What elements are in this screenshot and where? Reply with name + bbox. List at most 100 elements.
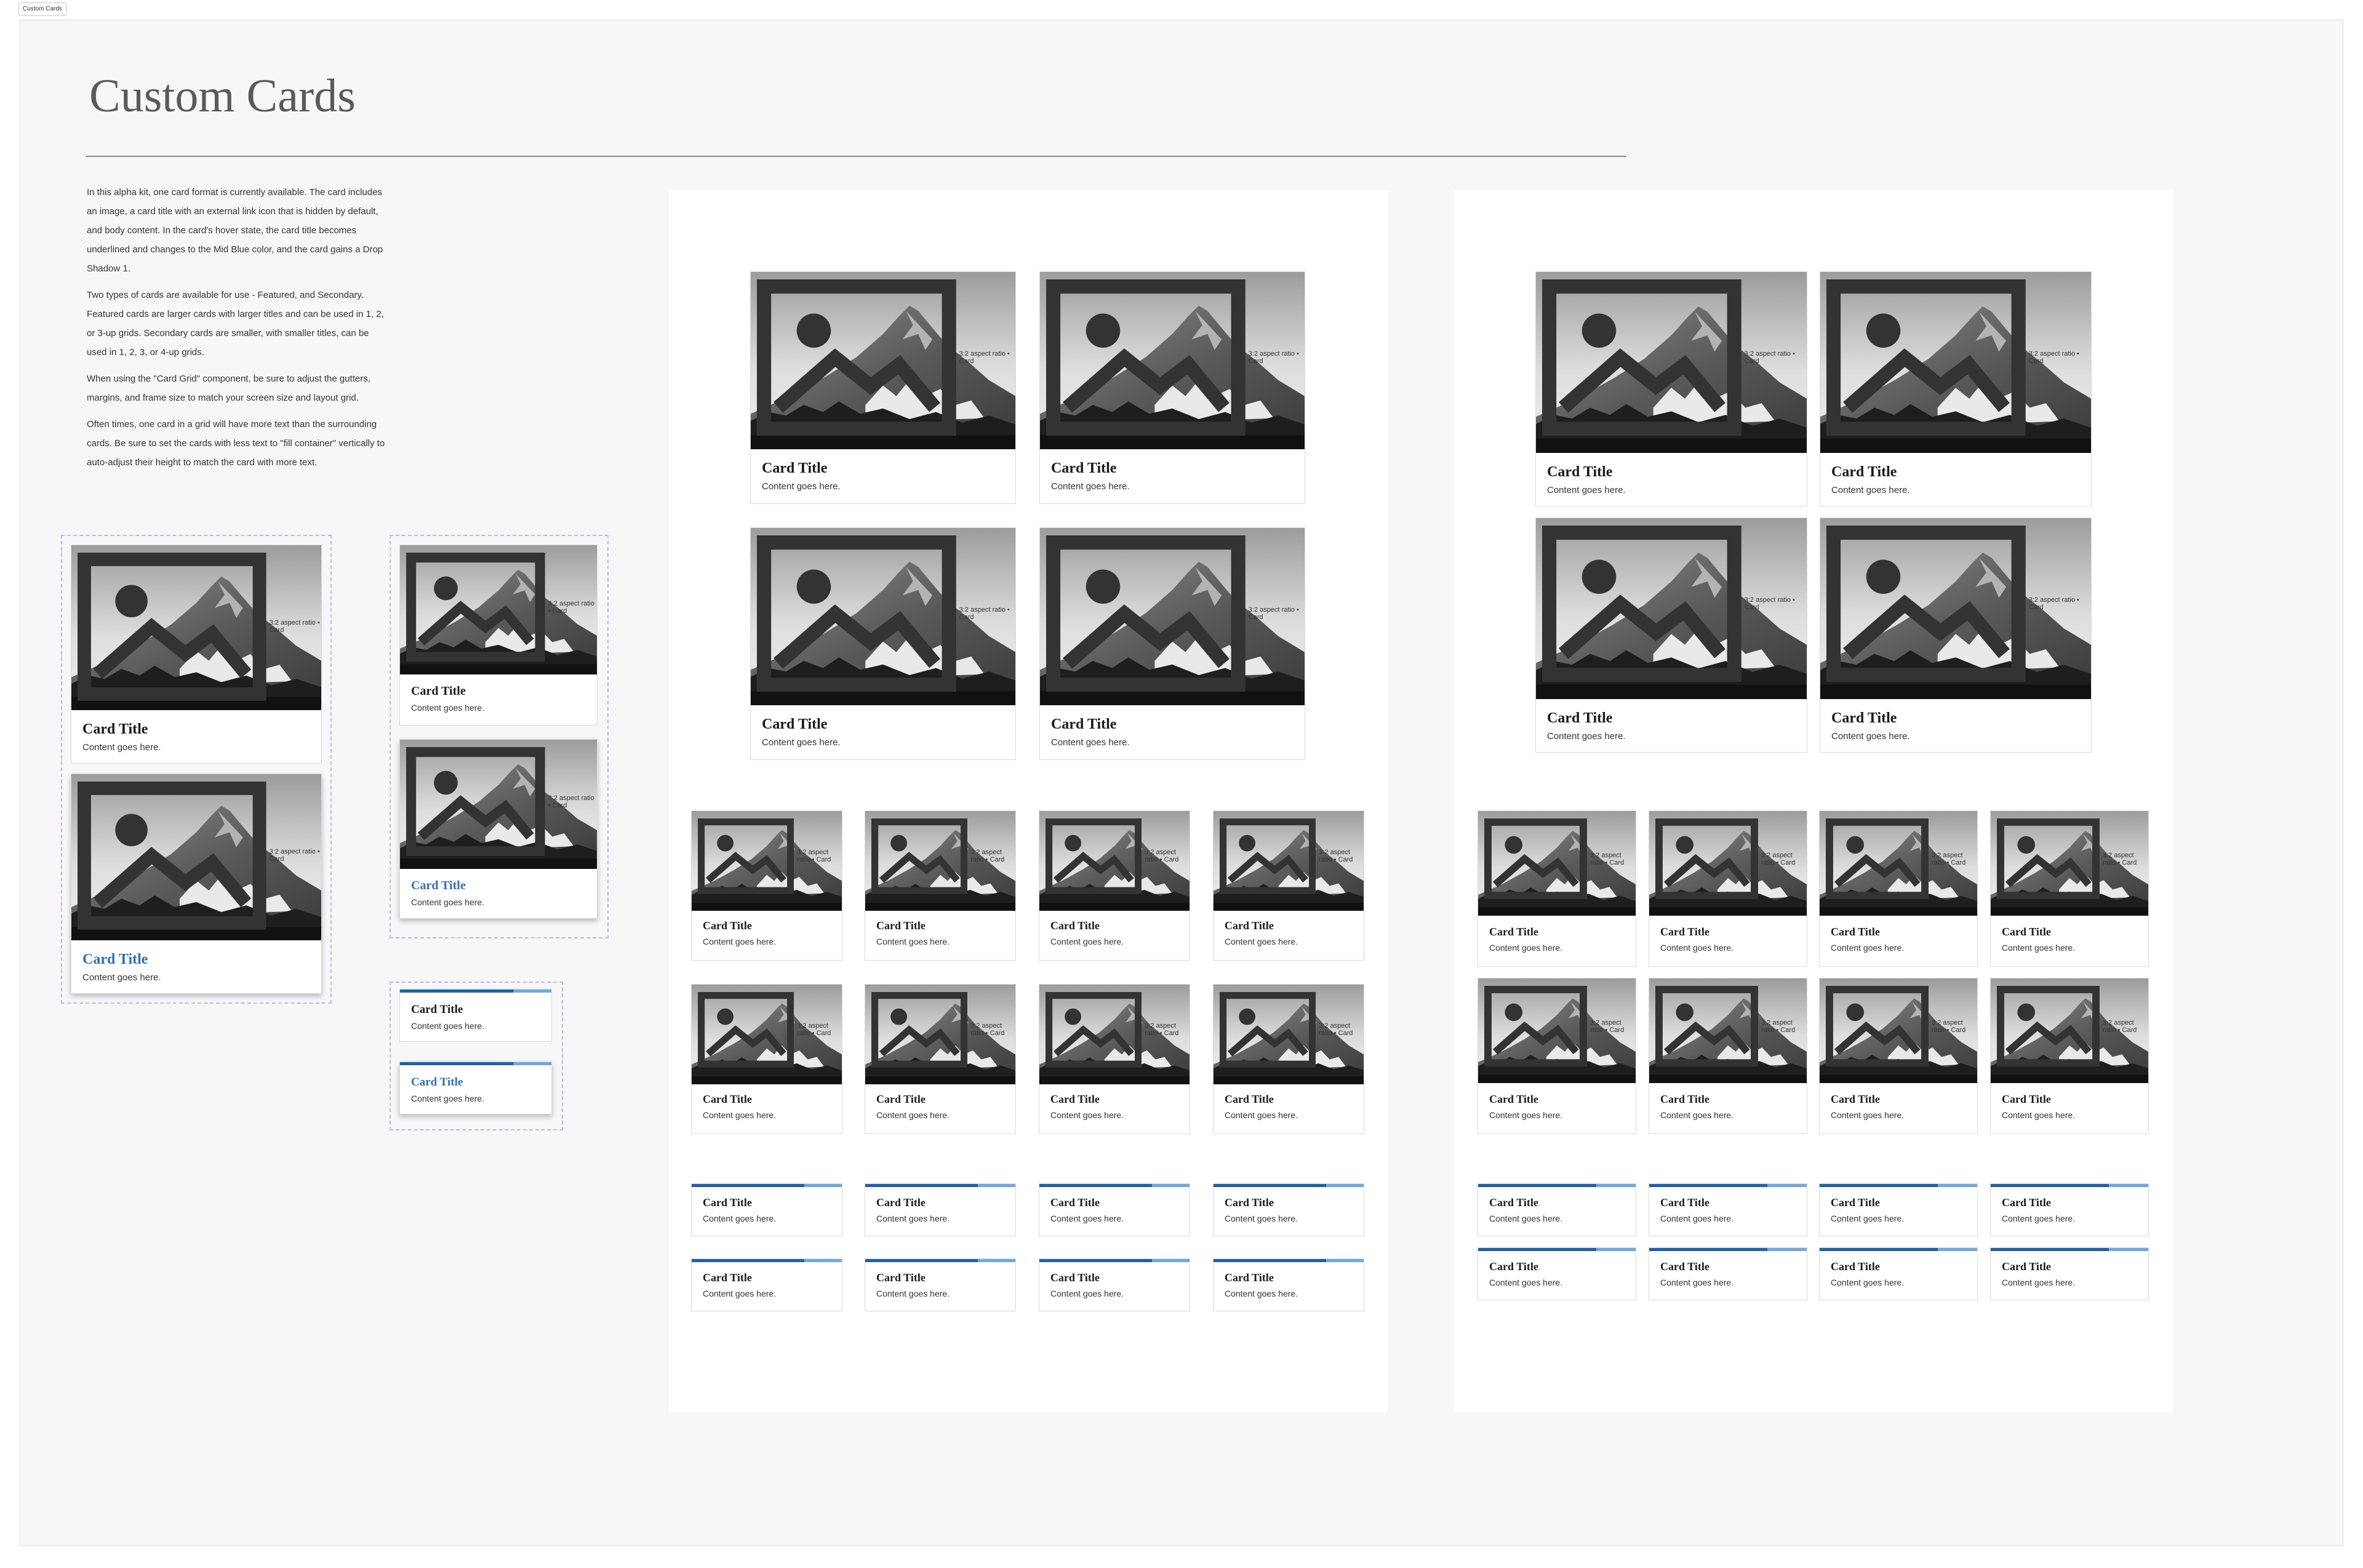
- card-title[interactable]: Card Title: [876, 1196, 926, 1209]
- card-title[interactable]: Card Title: [1489, 926, 1538, 938]
- frame-tab[interactable]: Custom Cards: [18, 2, 66, 16]
- card-title[interactable]: Card Title: [82, 721, 148, 738]
- card-title[interactable]: Card Title: [2002, 1093, 2051, 1106]
- text-card[interactable]: Card Title Content goes here.: [1990, 1247, 2149, 1300]
- image-card[interactable]: 3:2 aspect ratio • Card Card Title Content…: [1477, 810, 1636, 967]
- card-title[interactable]: Card Title: [703, 1271, 752, 1284]
- title-divider: [86, 156, 1626, 157]
- card-title[interactable]: Card Title: [1050, 1093, 1100, 1106]
- card-title[interactable]: Card Title: [1831, 464, 1897, 481]
- card-title[interactable]: Card Title: [1831, 710, 1897, 727]
- text-card[interactable]: Card Title Content goes here.: [399, 1062, 552, 1114]
- text-card[interactable]: Card Title Content goes here.: [691, 1258, 842, 1311]
- card-title[interactable]: Card Title: [1050, 1271, 1100, 1284]
- text-card[interactable]: Card Title Content goes here.: [399, 989, 552, 1042]
- image-card[interactable]: 3:2 aspect ratio • Card Card Title Content…: [399, 545, 598, 726]
- image-card[interactable]: 3:2 aspect ratio • Card Card Title Content…: [1039, 527, 1305, 760]
- image-card[interactable]: 3:2 aspect ratio • Card Card Title Content…: [1039, 984, 1190, 1134]
- text-card[interactable]: Card Title Content goes here.: [1990, 1183, 2149, 1236]
- card-title[interactable]: Card Title: [1831, 1093, 1880, 1106]
- card-title[interactable]: Card Title: [876, 1093, 926, 1106]
- image-card[interactable]: 3:2 aspect ratio • Card Card Title Content…: [1819, 810, 1978, 967]
- card-title[interactable]: Card Title: [1489, 1196, 1538, 1209]
- image-card[interactable]: 3:2 aspect ratio • Card Card Title Content…: [865, 984, 1016, 1134]
- image-card[interactable]: 3:2 aspect ratio • Card Card Title Content…: [1990, 810, 2149, 967]
- card-title[interactable]: Card Title: [1050, 1196, 1100, 1209]
- text-card[interactable]: Card Title Content goes here.: [865, 1183, 1016, 1236]
- card-title[interactable]: Card Title: [1831, 1196, 1880, 1209]
- image-card[interactable]: 3:2 aspect ratio • Card Card Title Content…: [865, 810, 1016, 961]
- card-title[interactable]: Card Title: [1660, 926, 1709, 938]
- image-card[interactable]: 3:2 aspect ratio • Card Card Title Content…: [750, 527, 1016, 760]
- card-title[interactable]: Card Title: [703, 1093, 752, 1106]
- image-card[interactable]: 3:2 aspect ratio • Card Card Title Content…: [1039, 271, 1305, 504]
- card-title[interactable]: Card Title: [1225, 1196, 1274, 1209]
- card-title[interactable]: Card Title: [82, 951, 148, 968]
- image-card[interactable]: 3:2 aspect ratio • Card Card Title Content…: [1649, 810, 1807, 967]
- image-card[interactable]: 3:2 aspect ratio • Card Card Title Content…: [1820, 271, 2092, 506]
- card-title[interactable]: Card Title: [1660, 1196, 1709, 1209]
- card-title[interactable]: Card Title: [762, 716, 827, 733]
- card-title[interactable]: Card Title: [411, 879, 466, 893]
- card-title[interactable]: Card Title: [2002, 926, 2051, 938]
- card-title[interactable]: Card Title: [2002, 1260, 2051, 1273]
- image-card[interactable]: 3:2 aspect ratio • Card Card Title Content…: [1820, 518, 2092, 753]
- text-card[interactable]: Card Title Content goes here.: [1649, 1183, 1807, 1236]
- card-title[interactable]: Card Title: [1547, 710, 1612, 727]
- card-title[interactable]: Card Title: [1547, 464, 1612, 481]
- card-body: Content goes here.: [1225, 1214, 1298, 1223]
- card-title[interactable]: Card Title: [1225, 919, 1274, 932]
- text-card[interactable]: Card Title Content goes here.: [1213, 1183, 1364, 1236]
- image-tag-label: 3:2 aspect ratio • Card: [1319, 1022, 1353, 1038]
- image-card[interactable]: 3:2 aspect ratio • Card Card Title Content…: [1213, 984, 1364, 1134]
- image-card[interactable]: 3:2 aspect ratio • Card Card Title Content…: [1990, 978, 2149, 1134]
- card-image: 3:2 aspect ratio • Card: [865, 985, 1015, 1084]
- text-card[interactable]: Card Title Content goes here.: [1819, 1247, 1978, 1300]
- image-card[interactable]: 3:2 aspect ratio • Card Card Title Content…: [691, 984, 842, 1134]
- card-title[interactable]: Card Title: [1831, 926, 1880, 938]
- text-card[interactable]: Card Title Content goes here.: [1039, 1183, 1190, 1236]
- card-title[interactable]: Card Title: [703, 919, 752, 932]
- text-card[interactable]: Card Title Content goes here.: [1819, 1183, 1978, 1236]
- text-card[interactable]: Card Title Content goes here.: [1477, 1183, 1636, 1236]
- card-title[interactable]: Card Title: [876, 919, 926, 932]
- card-title[interactable]: Card Title: [411, 684, 466, 698]
- card-title[interactable]: Card Title: [762, 460, 827, 477]
- image-card[interactable]: 3:2 aspect ratio • Card Card Title Content…: [1477, 978, 1636, 1134]
- card-title[interactable]: Card Title: [1660, 1093, 1709, 1106]
- card-title[interactable]: Card Title: [411, 1076, 463, 1089]
- image-card[interactable]: 3:2 aspect ratio • Card Card Title Content…: [399, 739, 598, 919]
- image-card[interactable]: 3:2 aspect ratio • Card Card Title Content…: [1649, 978, 1807, 1134]
- text-card[interactable]: Card Title Content goes here.: [691, 1183, 842, 1236]
- card-title[interactable]: Card Title: [1051, 460, 1116, 477]
- card-title[interactable]: Card Title: [1051, 716, 1116, 733]
- card-title[interactable]: Card Title: [1225, 1093, 1274, 1106]
- card-title[interactable]: Card Title: [411, 1003, 463, 1017]
- card-title[interactable]: Card Title: [2002, 1196, 2051, 1209]
- card-body: Content goes here.: [1660, 1278, 1734, 1287]
- image-card[interactable]: 3:2 aspect ratio • Card Card Title Content…: [1213, 810, 1364, 961]
- text-card[interactable]: Card Title Content goes here.: [1477, 1247, 1636, 1300]
- text-card[interactable]: Card Title Content goes here.: [1649, 1247, 1807, 1300]
- card-image: 3:2 aspect ratio • Card: [400, 740, 597, 869]
- text-card[interactable]: Card Title Content goes here.: [865, 1258, 1016, 1311]
- card-title[interactable]: Card Title: [1050, 919, 1100, 932]
- image-card[interactable]: 3:2 aspect ratio • Card Card Title Content…: [691, 810, 842, 961]
- image-card[interactable]: 3:2 aspect ratio • Card Card Title Content…: [1819, 978, 1978, 1134]
- text-card[interactable]: Card Title Content goes here.: [1213, 1258, 1364, 1311]
- card-title[interactable]: Card Title: [1489, 1260, 1538, 1273]
- card-title[interactable]: Card Title: [703, 1196, 752, 1209]
- card-body: Content goes here.: [1831, 731, 1910, 742]
- card-title[interactable]: Card Title: [876, 1271, 926, 1284]
- image-card[interactable]: 3:2 aspect ratio • Card Card Title Content…: [1535, 518, 1807, 753]
- card-title[interactable]: Card Title: [1660, 1260, 1709, 1273]
- image-card[interactable]: 3:2 aspect ratio • Card Card Title Content…: [71, 545, 322, 764]
- text-card[interactable]: Card Title Content goes here.: [1039, 1258, 1190, 1311]
- image-card[interactable]: 3:2 aspect ratio • Card Card Title Content…: [71, 774, 322, 994]
- card-title[interactable]: Card Title: [1831, 1260, 1880, 1273]
- image-card[interactable]: 3:2 aspect ratio • Card Card Title Content…: [1535, 271, 1807, 506]
- image-card[interactable]: 3:2 aspect ratio • Card Card Title Content…: [750, 271, 1016, 504]
- image-card[interactable]: 3:2 aspect ratio • Card Card Title Content…: [1039, 810, 1190, 961]
- card-title[interactable]: Card Title: [1489, 1093, 1538, 1106]
- card-title[interactable]: Card Title: [1225, 1271, 1274, 1284]
